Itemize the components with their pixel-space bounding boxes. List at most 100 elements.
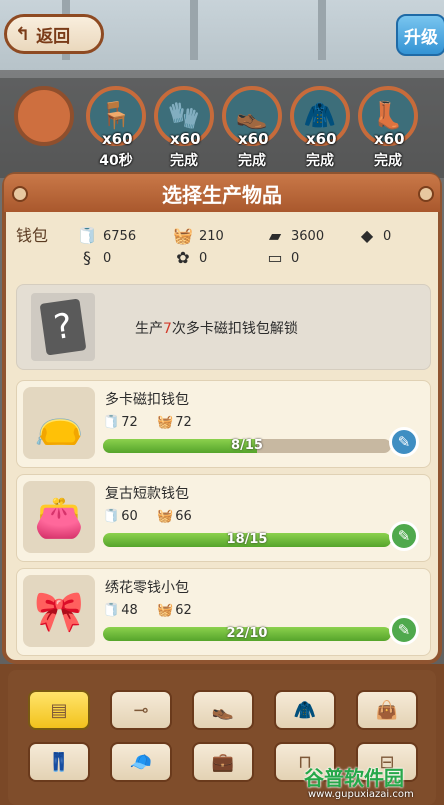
upgrade-label: 升级: [404, 27, 438, 48]
bag-icon: 👜: [375, 699, 399, 721]
cloth-rolls-icon: 🧻: [103, 603, 120, 618]
cost-value: 48: [121, 603, 138, 618]
queue-slot-empty[interactable]: [14, 86, 74, 146]
panel-title: 选择生产物品: [4, 174, 440, 212]
locked-item-image: ?: [31, 293, 95, 361]
pouch-wallet-icon: 👝: [23, 387, 95, 459]
shoe-icon: 👞: [235, 101, 269, 131]
tab-fabric[interactable]: ▤: [28, 690, 90, 730]
cost-value: 66: [175, 509, 192, 524]
edit-button[interactable]: ✎: [389, 427, 419, 457]
wallet-label: 钱包: [16, 226, 49, 245]
progress-text: 18/15: [226, 532, 268, 547]
slot-status: 完成: [374, 153, 402, 169]
resource-value: 0: [199, 250, 208, 266]
question-mark-icon: ?: [39, 298, 87, 356]
slot-count: x60: [306, 130, 337, 148]
shoe-tab-icon: 👞: [211, 699, 235, 721]
leather-basket-icon: 🧺: [157, 603, 174, 618]
product-name: 多卡磁扣钱包: [105, 392, 189, 408]
queue-slot-shoe[interactable]: 👞 x60: [222, 86, 282, 148]
back-button[interactable]: ↰ 返回: [4, 14, 104, 54]
queue-slot-stool[interactable]: 🪑 x60: [86, 86, 146, 148]
cotton-icon: ✿: [176, 248, 190, 267]
queue-slot-gloves[interactable]: 🧤 x60: [154, 86, 214, 148]
watermark: 谷普软件园 www.gupuxiazai.com: [304, 762, 444, 805]
jacket-icon: 🧥: [303, 101, 337, 131]
back-label: 返回: [36, 26, 71, 47]
window-frame: [190, 0, 198, 60]
cost-value: 72: [175, 415, 192, 430]
slot-status: 完成: [238, 153, 266, 169]
tab-coat[interactable]: 🧥: [274, 690, 336, 730]
resource-wood: ▭ 0: [262, 248, 299, 268]
tab-bag[interactable]: 👜: [356, 690, 418, 730]
thread-icon: §: [83, 248, 91, 267]
product-card[interactable]: 👛 复古短款钱包 🧻 60 🧺 66 18/15 ✎: [16, 474, 431, 562]
cost-leather: 🧺 72: [157, 415, 192, 430]
slot-status: 完成: [306, 153, 334, 169]
edit-button[interactable]: ✎: [389, 615, 419, 645]
leather-basket-icon: 🧺: [157, 509, 174, 524]
slot-count: x60: [374, 130, 405, 148]
upgrade-button[interactable]: 升级: [396, 14, 444, 56]
dark-fabric-icon: ◆: [360, 226, 374, 245]
unlock-count: 7: [163, 321, 172, 337]
slot-status: 完成: [170, 153, 198, 169]
belt-icon: ⊸: [133, 699, 149, 721]
tab-shoes[interactable]: 👞: [192, 690, 254, 730]
cloth-rolls-icon: 🧻: [77, 226, 97, 245]
resource-metal: ▰ 3600: [262, 226, 324, 246]
slot-count: x60: [170, 130, 201, 148]
tab-pants[interactable]: 👖: [28, 742, 90, 782]
boot-icon: 👢: [371, 101, 405, 131]
coin-purse-icon: 🎀: [23, 575, 95, 647]
watermark-logo: 谷普软件园: [304, 766, 404, 790]
cloth-rolls-icon: 🧻: [103, 509, 120, 524]
tab-belt[interactable]: ⊸: [110, 690, 172, 730]
resource-cotton: ✿ 0: [170, 248, 207, 268]
metal-bar-icon: ▰: [268, 226, 282, 245]
resource-value: 3600: [291, 228, 325, 244]
tab-suitcase[interactable]: 💼: [192, 742, 254, 782]
gloves-icon: 🧤: [167, 101, 201, 131]
unlock-prefix: 生产: [135, 321, 163, 337]
resource-value: 210: [199, 228, 224, 244]
back-arrow-icon: ↰: [15, 23, 31, 45]
leather-wallet-icon: 👛: [23, 481, 95, 553]
resource-dark-fabric: ◆ 0: [354, 226, 391, 246]
product-name: 复古短款钱包: [105, 486, 189, 502]
panel-title-text: 选择生产物品: [162, 182, 282, 207]
cost-value: 62: [175, 603, 192, 618]
pencil-icon: ✎: [397, 433, 411, 451]
hat-icon: 🧢: [129, 751, 153, 773]
coat-icon: 🧥: [293, 699, 317, 721]
edit-button[interactable]: ✎: [389, 521, 419, 551]
cost-value: 72: [121, 415, 138, 430]
resource-cloth: 🧻 6756: [74, 226, 136, 246]
progress-text: 8/15: [231, 438, 263, 453]
resource-value: 0: [103, 250, 112, 266]
queue-slot-boot[interactable]: 👢 x60: [358, 86, 418, 148]
cost-leather: 🧺 62: [157, 603, 192, 618]
pencil-icon: ✎: [397, 621, 411, 639]
leather-basket-icon: 🧺: [173, 226, 193, 245]
resource-thread: § 0: [74, 248, 111, 268]
leather-basket-icon: 🧺: [157, 415, 174, 430]
cost-cloth: 🧻 48: [103, 603, 138, 618]
cost-cloth: 🧻 60: [103, 509, 138, 524]
slot-count: x60: [238, 130, 269, 148]
resource-value: 6756: [103, 228, 137, 244]
cost-cloth: 🧻 72: [103, 415, 138, 430]
queue-slot-jacket[interactable]: 🧥 x60: [290, 86, 350, 148]
pin-icon: [12, 186, 28, 202]
tab-hat[interactable]: 🧢: [110, 742, 172, 782]
pin-icon: [418, 186, 434, 202]
cost-leather: 🧺 66: [157, 509, 192, 524]
product-card[interactable]: 🎀 绣花零钱小包 🧻 48 🧺 62 22/10 ✎: [16, 568, 431, 656]
suitcase-icon: 💼: [211, 751, 235, 773]
cloth-rolls-icon: 🧻: [103, 415, 120, 430]
product-name: 绣花零钱小包: [105, 580, 189, 596]
watermark-url: www.gupuxiazai.com: [308, 789, 414, 800]
product-card[interactable]: 👝 多卡磁扣钱包 🧻 72 🧺 72 8/15 ✎: [16, 380, 431, 468]
